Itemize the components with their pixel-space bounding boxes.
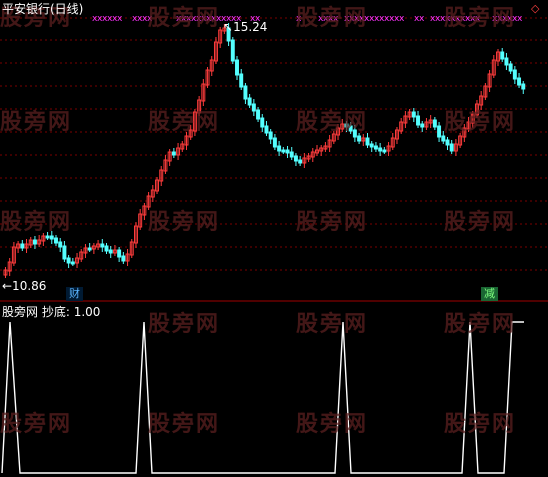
- candle-body: [500, 51, 505, 60]
- candle-body: [298, 159, 303, 164]
- signal-marker: x: [117, 14, 123, 24]
- high-price-label: ↖15.24: [223, 20, 268, 34]
- high-price-value: 15.24: [233, 20, 268, 34]
- candle-body: [45, 235, 50, 239]
- candle-body: [104, 245, 109, 252]
- candle-body: [66, 257, 71, 264]
- candle-body: [87, 247, 92, 251]
- candle-body: [171, 151, 176, 156]
- candle-body: [411, 111, 416, 118]
- candle-body: [378, 147, 383, 152]
- signal-marker: x: [419, 14, 425, 24]
- candle-body: [449, 143, 454, 152]
- chart-title: 平安银行(日线): [2, 2, 84, 16]
- candle-body: [420, 123, 425, 128]
- candle-body: [268, 131, 273, 140]
- watermark: 股旁网: [296, 6, 369, 31]
- candle-body: [54, 237, 58, 244]
- watermark: 股旁网: [148, 6, 221, 31]
- candle-body: [108, 249, 113, 254]
- candle-body: [504, 57, 509, 66]
- marker-jian[interactable]: 减: [481, 287, 498, 301]
- candle-body: [512, 69, 517, 80]
- candle-body: [32, 239, 37, 245]
- candle-body: [272, 137, 277, 148]
- candle-body: [357, 135, 362, 142]
- candle-body: [235, 59, 239, 76]
- candle-body: [517, 77, 522, 86]
- marker-cai[interactable]: 财: [66, 287, 83, 301]
- watermark: 股旁网: [148, 210, 221, 235]
- candle-body: [117, 249, 122, 258]
- candle-body: [277, 145, 282, 152]
- watermark: 股旁网: [296, 312, 369, 337]
- candle-body: [243, 85, 248, 100]
- indicator-title: 股旁网 抄底: 1.00: [2, 306, 100, 319]
- candle-body: [281, 149, 286, 153]
- candle-body: [285, 149, 290, 154]
- candle-body: [260, 117, 265, 128]
- watermark: 股旁网: [0, 412, 73, 437]
- candle-body: [20, 243, 25, 249]
- watermark: 股旁网: [444, 110, 517, 135]
- watermark: 股旁网: [148, 412, 221, 437]
- watermark: 股旁网: [0, 210, 73, 235]
- watermark: 股旁网: [444, 6, 517, 31]
- watermark: 股旁网: [148, 110, 221, 135]
- watermark: 股旁网: [148, 312, 221, 337]
- watermark: 股旁网: [444, 312, 517, 337]
- candle-body: [437, 125, 442, 138]
- watermark: 股旁网: [444, 210, 517, 235]
- chart-window: xxxxxxxxxxxxxxxxxxxxxxxxxxxxxxxxxxxxxxxx…: [0, 0, 548, 477]
- candle-body: [373, 145, 378, 150]
- candle-body: [382, 149, 387, 153]
- candle-body: [293, 155, 298, 162]
- indicator-line: [1, 321, 524, 474]
- signal-marker: x: [517, 14, 523, 24]
- candle-body: [239, 73, 244, 88]
- candle-body: [445, 139, 450, 146]
- candle-body: [70, 261, 75, 265]
- indicator-value: 1.00: [73, 305, 101, 319]
- candle-body: [251, 103, 256, 112]
- candle-body: [256, 109, 261, 120]
- candle-body: [58, 241, 63, 248]
- watermark: 股旁网: [296, 412, 369, 437]
- watermark: 股旁网: [444, 412, 517, 437]
- candle-body: [100, 243, 105, 248]
- candle-body: [441, 135, 446, 142]
- candle-body: [49, 235, 54, 240]
- candle-body: [365, 137, 370, 146]
- candle-body: [416, 115, 420, 126]
- signal-marker: x: [399, 14, 405, 24]
- candle-body: [247, 97, 252, 106]
- candle-body: [121, 255, 126, 262]
- candle-body: [62, 245, 67, 260]
- low-price-label: ←10.86: [2, 279, 47, 293]
- watermark: 股旁网: [0, 110, 73, 135]
- candle-body: [264, 125, 269, 134]
- watermark: 股旁网: [296, 110, 369, 135]
- candle-body: [508, 63, 513, 72]
- candle-body: [369, 143, 374, 148]
- candle-body: [521, 83, 526, 90]
- candle-body: [230, 39, 235, 62]
- indicator-name: 股旁网 抄底:: [2, 305, 70, 319]
- watermark: 股旁网: [296, 210, 369, 235]
- candle-body: [432, 119, 437, 128]
- candle-body: [289, 151, 294, 158]
- diamond-outline-icon[interactable]: ◇: [531, 2, 539, 15]
